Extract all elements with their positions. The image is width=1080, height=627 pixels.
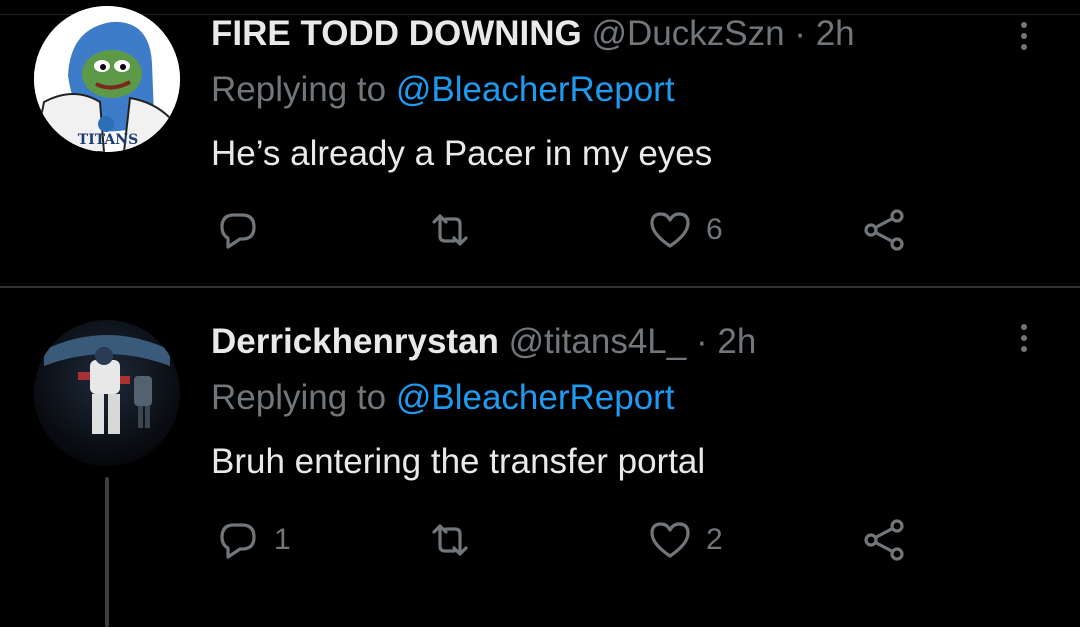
timestamp[interactable]: 2h — [717, 322, 756, 361]
retweet-icon — [432, 524, 468, 556]
retweet-button[interactable] — [428, 518, 486, 562]
tweet-text: Bruh entering the transfer portal — [211, 442, 706, 481]
reply-icon — [220, 523, 256, 559]
tweet-header: Derrickhenrystan @titans4L_ · 2h — [211, 322, 756, 362]
thread-line — [105, 477, 109, 627]
separator: · — [695, 322, 708, 361]
reply-button[interactable]: 1 — [216, 518, 291, 562]
tweet-2[interactable]: Derrickhenrystan @titans4L_ · 2h Replyin… — [0, 0, 1080, 561]
like-button[interactable]: 2 — [648, 518, 723, 562]
like-count: 2 — [706, 523, 723, 556]
avatar[interactable] — [34, 320, 180, 466]
user-handle[interactable]: @titans4L_ — [509, 322, 687, 361]
mention-link[interactable]: @BleacherReport — [396, 378, 675, 417]
share-icon — [864, 519, 904, 561]
display-name[interactable]: Derrickhenrystan — [211, 322, 499, 361]
more-icon[interactable] — [1010, 318, 1038, 358]
reply-count: 1 — [274, 523, 291, 556]
share-button[interactable] — [862, 518, 906, 562]
like-icon — [650, 522, 690, 558]
replying-prefix: Replying to — [211, 378, 387, 417]
replying-to: Replying to @BleacherReport — [211, 378, 675, 418]
